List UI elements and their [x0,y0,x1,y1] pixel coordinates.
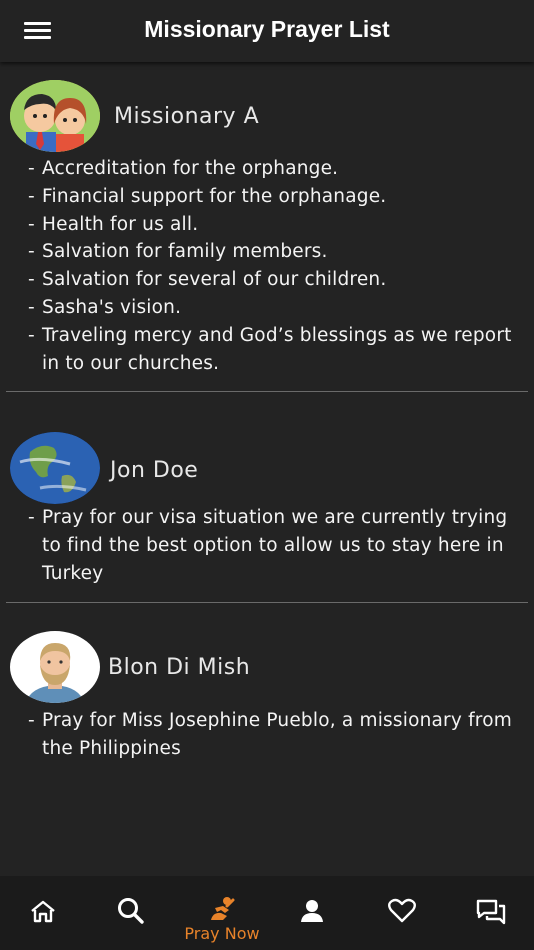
tab-pray-now-label: Pray Now [184,924,260,943]
avatar-couple [10,80,100,152]
prayer-items: Accreditation for the orphange. Financia… [0,155,534,377]
prayer-item: Salvation for family members. [28,238,514,266]
prayer-item: Accreditation for the orphange. [28,155,514,183]
missionary-name: Blon Di Mish [108,654,251,680]
tab-favorites[interactable] [372,876,432,950]
prayer-item: Traveling mercy and God’s blessings as w… [28,322,514,378]
tab-home[interactable] [13,876,73,950]
tab-pray-now[interactable]: Pray Now [177,876,267,950]
prayer-entry: Blon Di Mish Pray for Miss Josephine Pue… [0,603,534,763]
tab-profile[interactable] [282,876,342,950]
chat-icon [476,899,506,925]
prayer-items: Pray for Miss Josephine Pueblo, a missio… [0,707,534,763]
search-icon [118,898,144,924]
prayer-item: Financial support for the orphanage. [28,183,514,211]
prayer-item: Pray for Miss Josephine Pueblo, a missio… [28,707,514,763]
missionary-name: Jon Doe [110,458,199,484]
prayer-entry: Missionary A Accreditation for the orpha… [0,62,534,393]
app-header: Missionary Prayer List [0,0,534,62]
missionary-name: Missionary A [114,104,260,129]
prayer-entry: Jon Doe Pray for our visa situation we a… [0,392,534,603]
page-title: Missionary Prayer List [144,16,390,42]
prayer-item: Pray for our visa situation we are curre… [28,504,514,587]
person-icon [301,900,323,922]
heart-icon [388,898,416,923]
tab-messages[interactable] [461,876,521,950]
prayer-list[interactable]: Missionary A Accreditation for the orpha… [0,62,534,876]
avatar-earth [10,432,100,505]
prayer-items: Pray for our visa situation we are curre… [0,504,534,587]
prayer-item: Sasha's vision. [28,294,514,322]
prayer-item: Health for us all. [28,211,514,239]
praying-person-icon [211,897,235,920]
prayer-item: Salvation for several of our children. [28,266,514,294]
avatar-bearded-man [10,630,100,703]
home-icon [31,900,55,923]
tab-search[interactable] [101,876,161,950]
bottom-tab-bar: Pray Now [0,876,534,950]
